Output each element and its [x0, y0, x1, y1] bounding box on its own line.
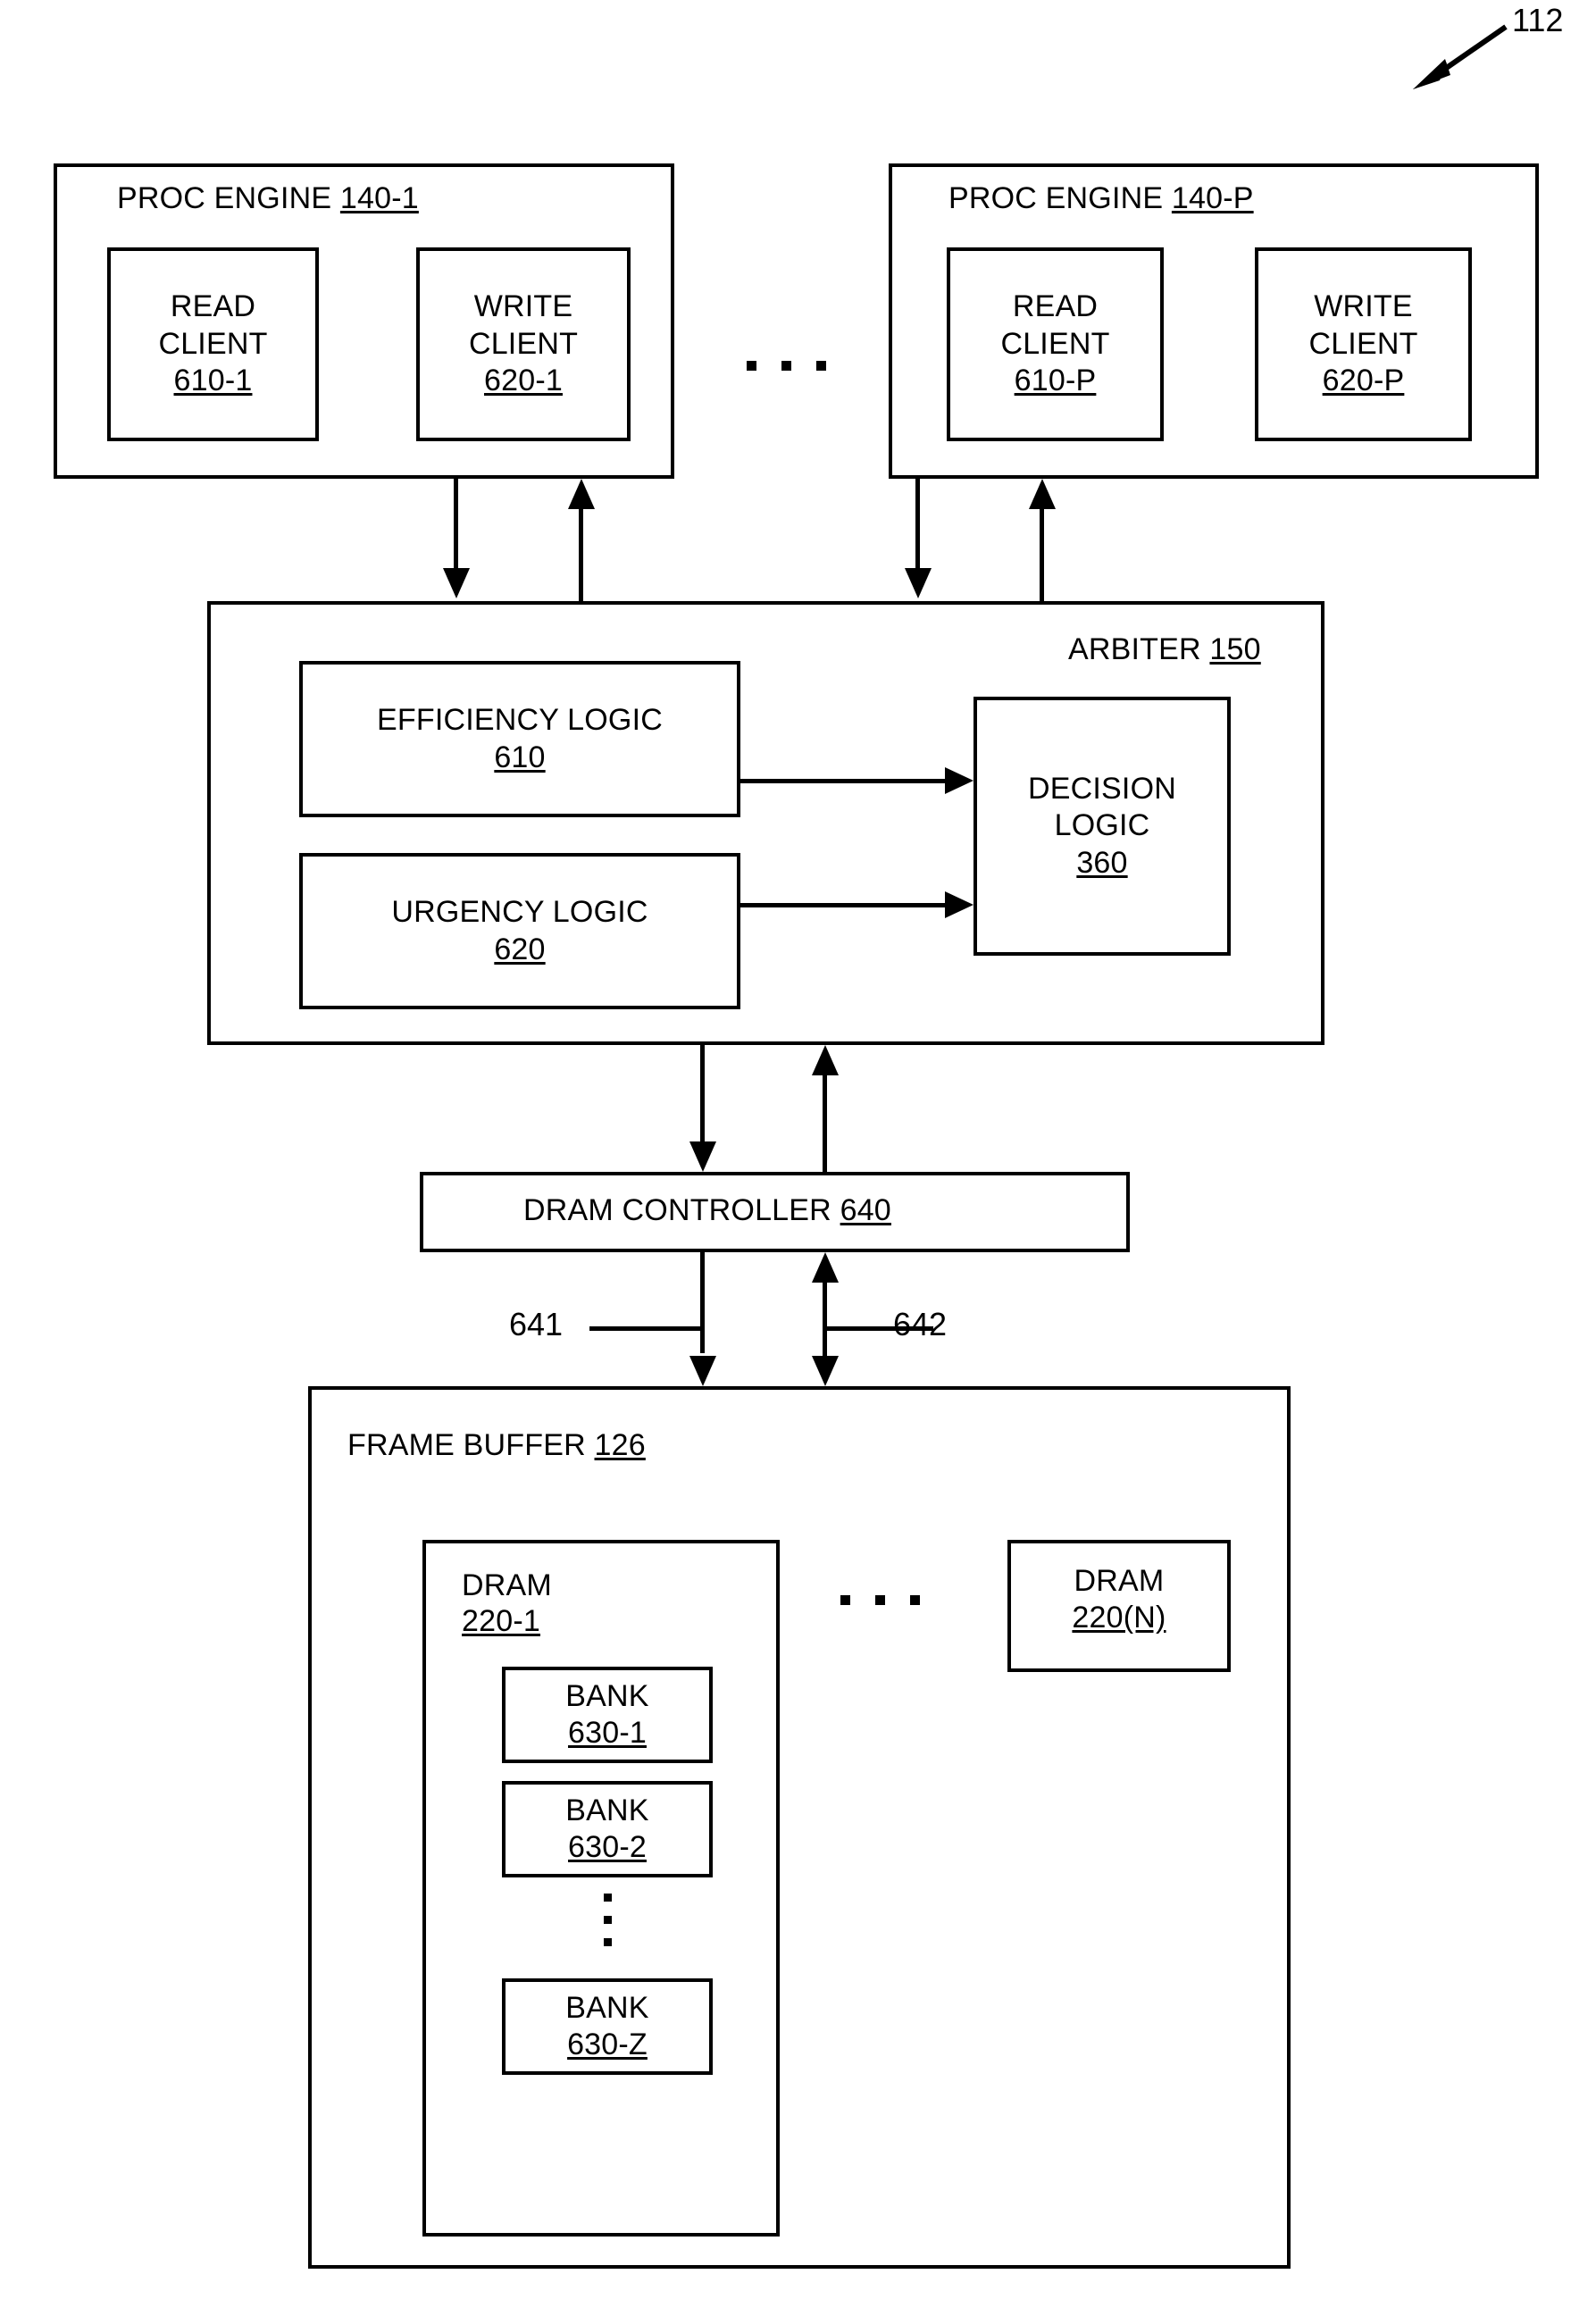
frame-buffer-title-text: FRAME BUFFER: [347, 1428, 586, 1462]
proc-engine-1-title-ref: 140-1: [339, 181, 419, 215]
frame-buffer-title: FRAME BUFFER 126: [347, 1427, 646, 1463]
bank-630-1-label: BANK 630-1: [565, 1678, 648, 1752]
write-client-p-label: WRITE CLIENT 620-P: [1308, 288, 1417, 399]
frame-buffer-title-ref: 126: [594, 1428, 646, 1462]
bank-630-z-box: BANK 630-Z: [502, 1978, 713, 2075]
read-client-p-label: READ CLIENT 610-P: [1000, 288, 1109, 399]
connector-urgency-to-decision-line: [740, 903, 948, 907]
efficiency-logic-label: EFFICIENCY LOGIC 610: [377, 702, 663, 776]
proc-engine-p-title-ref: 140-P: [1171, 181, 1254, 215]
proc-engine-1-title: PROC ENGINE 140-1: [117, 180, 419, 216]
connector-dramctrl-to-arbiter-line: [823, 1075, 827, 1172]
connector-arbiter-to-engine1-arrowhead: [568, 479, 595, 509]
dram-controller-ref: 640: [840, 1193, 891, 1227]
urgency-logic-ref: 620: [494, 932, 546, 966]
read-client-1-line1: READ: [170, 289, 256, 324]
write-client-1-ref: 620-1: [484, 364, 563, 398]
bank-630-2-box: BANK 630-2: [502, 1781, 713, 1877]
connector-engine1-to-arbiter-arrowhead: [443, 568, 470, 598]
bank-ellipsis: [604, 1894, 612, 1946]
bus-641-leader: [589, 1326, 702, 1331]
dram-ellipsis: [840, 1595, 920, 1605]
write-client-p-ref: 620-P: [1322, 364, 1405, 398]
bus-642-arrowhead-up: [812, 1252, 839, 1283]
dram-220-1-ref: 220-1: [462, 1604, 540, 1639]
write-client-p-box: WRITE CLIENT 620-P: [1255, 247, 1472, 441]
connector-arbiter-to-engine1-line: [579, 509, 583, 601]
write-client-1-line2: CLIENT: [468, 326, 579, 361]
figure-lead-arrow-icon: [1413, 24, 1508, 89]
connector-enginep-to-arbiter-line: [915, 479, 920, 568]
read-client-p-line1: READ: [1012, 289, 1099, 324]
proc-engine-ellipsis: [747, 361, 826, 371]
bank-630-2-label: BANK 630-2: [565, 1793, 648, 1867]
bus-641-line: [700, 1252, 705, 1353]
connector-enginep-to-arbiter-arrowhead: [905, 568, 932, 598]
connector-arbiter-to-enginep-line: [1040, 509, 1044, 601]
bank-630-1-ref: 630-1: [568, 1716, 647, 1750]
efficiency-logic-box: EFFICIENCY LOGIC 610: [299, 661, 740, 817]
efficiency-logic-ref: 610: [494, 740, 546, 774]
dram-220-n-ref: 220(N): [1072, 1601, 1166, 1635]
bank-630-1-box: BANK 630-1: [502, 1667, 713, 1763]
read-client-1-box: READ CLIENT 610-1: [107, 247, 319, 441]
bank-630-1-text: BANK: [565, 1678, 649, 1713]
read-client-p-box: READ CLIENT 610-P: [947, 247, 1164, 441]
urgency-logic-text: URGENCY LOGIC: [391, 895, 648, 930]
efficiency-logic-text: EFFICIENCY LOGIC: [377, 703, 663, 738]
decision-logic-label: DECISION LOGIC 360: [1028, 771, 1176, 882]
arbiter-title-text: ARBITER: [1068, 632, 1201, 666]
connector-efficiency-to-decision-line: [740, 779, 948, 783]
read-client-1-line2: CLIENT: [158, 326, 268, 361]
connector-efficiency-to-decision-arrowhead: [945, 767, 973, 794]
read-client-1-ref: 610-1: [173, 364, 253, 398]
decision-logic-line2: LOGIC: [1054, 808, 1150, 843]
arbiter-title-ref: 150: [1209, 632, 1261, 666]
urgency-logic-box: URGENCY LOGIC 620: [299, 853, 740, 1009]
connector-engine1-to-arbiter-line: [454, 479, 458, 568]
bus-642-label: 642: [893, 1306, 948, 1342]
proc-engine-1-title-text: PROC ENGINE: [117, 181, 332, 215]
bus-642-line: [823, 1279, 827, 1359]
bank-630-z-text: BANK: [565, 1990, 649, 2025]
decision-logic-line1: DECISION: [1028, 771, 1176, 806]
urgency-logic-label: URGENCY LOGIC 620: [391, 894, 648, 968]
decision-logic-box: DECISION LOGIC 360: [973, 697, 1231, 956]
dram-220-n-text: DRAM: [1074, 1564, 1165, 1598]
connector-urgency-to-decision-arrowhead: [945, 891, 973, 918]
dram-220-1-label: DRAM 220-1: [462, 1568, 552, 1639]
connector-arbiter-to-dramctrl-line: [700, 1045, 705, 1152]
patent-block-diagram: 112 PROC ENGINE 140-1 READ CLIENT 610-1 …: [0, 0, 1596, 2316]
dram-220-1-text: DRAM: [462, 1568, 552, 1602]
bus-641-arrowhead: [689, 1356, 716, 1386]
read-client-p-line2: CLIENT: [1000, 326, 1110, 361]
dram-controller-text: DRAM CONTROLLER: [523, 1193, 831, 1227]
figure-reference-numeral: 112: [1512, 2, 1564, 38]
write-client-1-box: WRITE CLIENT 620-1: [416, 247, 631, 441]
bus-641-label: 641: [509, 1306, 564, 1342]
connector-arbiter-to-enginep-arrowhead: [1029, 479, 1056, 509]
arbiter-title: ARBITER 150: [1068, 631, 1261, 667]
proc-engine-p-title: PROC ENGINE 140-P: [948, 180, 1254, 216]
write-client-1-line1: WRITE: [473, 289, 573, 324]
write-client-p-line2: CLIENT: [1308, 326, 1418, 361]
proc-engine-p-title-text: PROC ENGINE: [948, 181, 1164, 215]
bank-630-z-label: BANK 630-Z: [565, 1990, 648, 2064]
write-client-1-label: WRITE CLIENT 620-1: [469, 288, 578, 399]
connector-arbiter-to-dramctrl-arrowhead: [689, 1141, 716, 1172]
decision-logic-ref: 360: [1076, 845, 1128, 880]
bank-630-2-text: BANK: [565, 1793, 649, 1827]
read-client-p-ref: 610-P: [1014, 364, 1097, 398]
dram-220-1-box: [422, 1540, 780, 2237]
read-client-1-label: READ CLIENT 610-1: [158, 288, 267, 399]
dram-220-n-label: DRAM 220(N): [1007, 1563, 1231, 1637]
connector-dramctrl-to-arbiter-arrowhead: [812, 1045, 839, 1075]
bus-642-arrowhead-down: [812, 1356, 839, 1386]
write-client-p-line1: WRITE: [1314, 289, 1413, 324]
bank-630-z-ref: 630-Z: [567, 2028, 648, 2061]
dram-controller-label: DRAM CONTROLLER 640: [523, 1192, 891, 1228]
bank-630-2-ref: 630-2: [568, 1830, 647, 1864]
